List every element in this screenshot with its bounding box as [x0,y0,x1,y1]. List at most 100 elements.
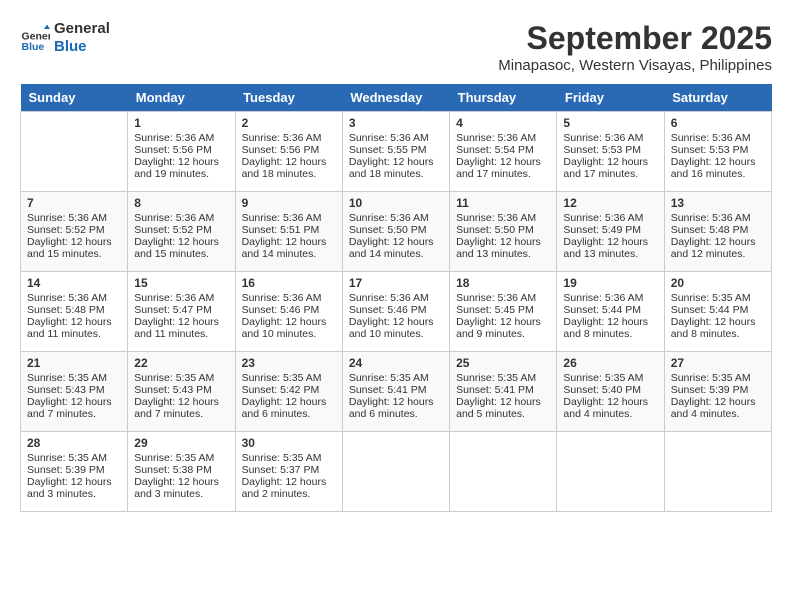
day-header-wednesday: Wednesday [342,84,449,112]
week-row-4: 21Sunrise: 5:35 AMSunset: 5:43 PMDayligh… [21,352,772,432]
cell-text: Sunset: 5:56 PM [134,144,228,156]
calendar-cell [557,432,664,512]
cell-text: Sunset: 5:44 PM [563,304,657,316]
cell-text: Sunrise: 5:36 AM [456,132,550,144]
day-number: 21 [27,356,121,370]
day-number: 7 [27,196,121,210]
cell-text: Sunrise: 5:36 AM [134,292,228,304]
calendar-cell: 20Sunrise: 5:35 AMSunset: 5:44 PMDayligh… [664,272,771,352]
cell-text: Sunrise: 5:35 AM [671,292,765,304]
day-number: 11 [456,196,550,210]
week-row-2: 7Sunrise: 5:36 AMSunset: 5:52 PMDaylight… [21,192,772,272]
cell-text: Daylight: 12 hours [456,156,550,168]
calendar-cell: 18Sunrise: 5:36 AMSunset: 5:45 PMDayligh… [450,272,557,352]
logo-line1: General [54,20,110,38]
cell-text: and 13 minutes. [563,248,657,260]
calendar-cell: 12Sunrise: 5:36 AMSunset: 5:49 PMDayligh… [557,192,664,272]
cell-text: Daylight: 12 hours [563,396,657,408]
cell-text: Sunset: 5:50 PM [349,224,443,236]
cell-text: Sunrise: 5:35 AM [134,372,228,384]
day-header-thursday: Thursday [450,84,557,112]
cell-text: and 2 minutes. [242,488,336,500]
title-section: September 2025 Minapasoc, Western Visaya… [498,20,772,74]
cell-text: Sunrise: 5:36 AM [242,292,336,304]
cell-text: and 4 minutes. [671,408,765,420]
week-row-5: 28Sunrise: 5:35 AMSunset: 5:39 PMDayligh… [21,432,772,512]
cell-text: and 17 minutes. [456,168,550,180]
cell-text: Daylight: 12 hours [671,156,765,168]
calendar-cell: 8Sunrise: 5:36 AMSunset: 5:52 PMDaylight… [128,192,235,272]
day-header-monday: Monday [128,84,235,112]
cell-text: Sunrise: 5:35 AM [671,372,765,384]
day-header-tuesday: Tuesday [235,84,342,112]
cell-text: and 3 minutes. [134,488,228,500]
cell-text: Daylight: 12 hours [349,396,443,408]
calendar-cell: 24Sunrise: 5:35 AMSunset: 5:41 PMDayligh… [342,352,449,432]
calendar-cell: 1Sunrise: 5:36 AMSunset: 5:56 PMDaylight… [128,112,235,192]
cell-text: Sunrise: 5:36 AM [27,292,121,304]
cell-text: Sunrise: 5:35 AM [242,452,336,464]
day-number: 30 [242,436,336,450]
cell-text: and 9 minutes. [456,328,550,340]
day-header-sunday: Sunday [21,84,128,112]
cell-text: and 12 minutes. [671,248,765,260]
cell-text: Sunset: 5:55 PM [349,144,443,156]
cell-text: and 7 minutes. [134,408,228,420]
cell-text: Sunrise: 5:36 AM [134,132,228,144]
cell-text: Sunset: 5:46 PM [242,304,336,316]
day-number: 25 [456,356,550,370]
cell-text: and 19 minutes. [134,168,228,180]
cell-text: Sunset: 5:53 PM [671,144,765,156]
day-number: 4 [456,116,550,130]
calendar-cell: 10Sunrise: 5:36 AMSunset: 5:50 PMDayligh… [342,192,449,272]
cell-text: Sunset: 5:54 PM [456,144,550,156]
calendar-cell: 7Sunrise: 5:36 AMSunset: 5:52 PMDaylight… [21,192,128,272]
cell-text: Sunset: 5:39 PM [27,464,121,476]
cell-text: Sunset: 5:47 PM [134,304,228,316]
day-number: 26 [563,356,657,370]
logo-icon: General Blue [20,23,50,53]
cell-text: Daylight: 12 hours [456,236,550,248]
cell-text: Sunrise: 5:36 AM [456,212,550,224]
calendar-cell [664,432,771,512]
cell-text: Daylight: 12 hours [563,156,657,168]
cell-text: Sunset: 5:56 PM [242,144,336,156]
cell-text: Daylight: 12 hours [242,476,336,488]
cell-text: and 11 minutes. [134,328,228,340]
cell-text: Sunrise: 5:36 AM [349,212,443,224]
cell-text: Daylight: 12 hours [671,396,765,408]
calendar-cell [450,432,557,512]
calendar-cell: 28Sunrise: 5:35 AMSunset: 5:39 PMDayligh… [21,432,128,512]
header-row: SundayMondayTuesdayWednesdayThursdayFrid… [21,84,772,112]
cell-text: Daylight: 12 hours [671,236,765,248]
day-number: 19 [563,276,657,290]
cell-text: Daylight: 12 hours [349,236,443,248]
calendar-cell: 23Sunrise: 5:35 AMSunset: 5:42 PMDayligh… [235,352,342,432]
cell-text: Daylight: 12 hours [27,476,121,488]
page-header: General Blue General Blue September 2025… [20,20,772,74]
cell-text: Sunset: 5:41 PM [456,384,550,396]
cell-text: Daylight: 12 hours [671,316,765,328]
day-number: 27 [671,356,765,370]
svg-text:Blue: Blue [22,41,45,53]
week-row-1: 1Sunrise: 5:36 AMSunset: 5:56 PMDaylight… [21,112,772,192]
cell-text: Sunset: 5:46 PM [349,304,443,316]
cell-text: Daylight: 12 hours [134,316,228,328]
cell-text: Sunrise: 5:36 AM [563,292,657,304]
week-row-3: 14Sunrise: 5:36 AMSunset: 5:48 PMDayligh… [21,272,772,352]
cell-text: Sunrise: 5:35 AM [242,372,336,384]
cell-text: Daylight: 12 hours [349,156,443,168]
cell-text: Daylight: 12 hours [134,476,228,488]
calendar-cell: 25Sunrise: 5:35 AMSunset: 5:41 PMDayligh… [450,352,557,432]
cell-text: Daylight: 12 hours [134,236,228,248]
cell-text: and 15 minutes. [134,248,228,260]
day-number: 14 [27,276,121,290]
calendar-cell: 19Sunrise: 5:36 AMSunset: 5:44 PMDayligh… [557,272,664,352]
logo-line2: Blue [54,38,110,56]
cell-text: Sunset: 5:51 PM [242,224,336,236]
calendar-cell: 13Sunrise: 5:36 AMSunset: 5:48 PMDayligh… [664,192,771,272]
logo: General Blue General Blue [20,20,110,56]
day-number: 23 [242,356,336,370]
day-number: 24 [349,356,443,370]
calendar-cell: 16Sunrise: 5:36 AMSunset: 5:46 PMDayligh… [235,272,342,352]
